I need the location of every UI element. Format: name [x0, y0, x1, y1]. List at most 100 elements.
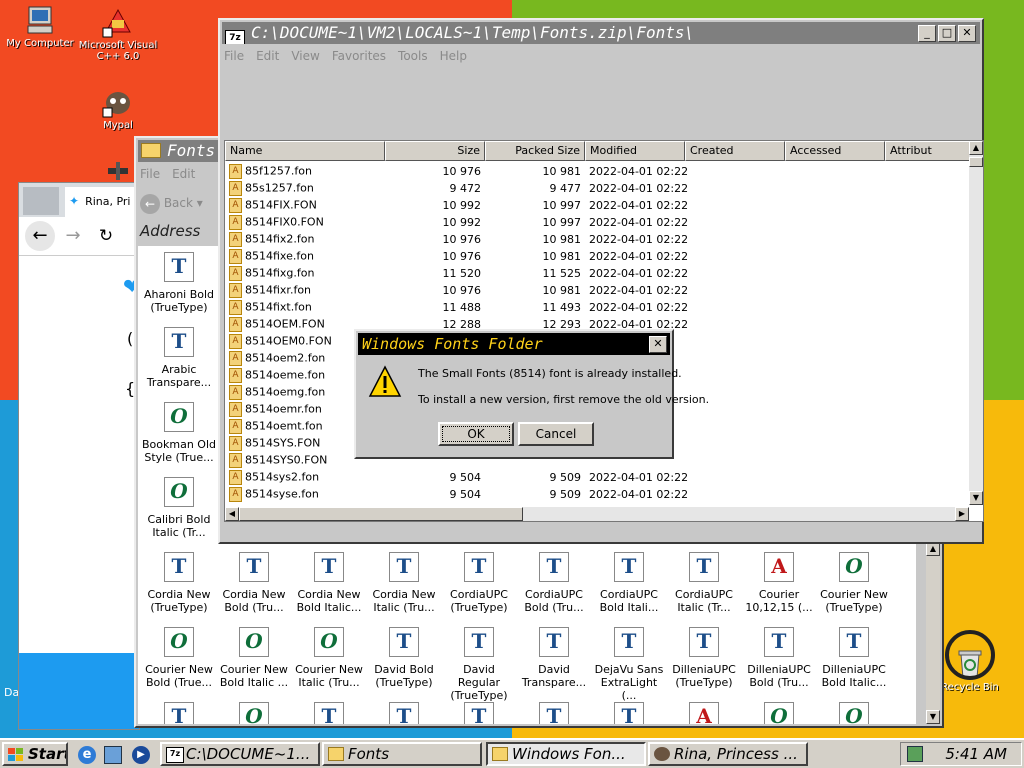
zip-scroll-right-button[interactable]: ▶	[955, 507, 969, 521]
font-item[interactable]: A Courier 10,12,15 (...	[742, 552, 816, 614]
font-item[interactable]: T	[592, 702, 666, 724]
table-row[interactable]: A 85f1257.fon 10 976 10 981 2022-04-01 02:22	[225, 163, 692, 180]
task-windows-fonts-dialog[interactable]: Windows Fon...	[486, 742, 646, 766]
font-item[interactable]: T CordiaUPC (TrueType)	[442, 552, 516, 614]
dialog-titlebar[interactable]: Windows Fonts Folder ✕	[358, 333, 670, 355]
task-browser[interactable]: Rina, Princess ...	[648, 742, 808, 766]
zip-window[interactable]: 7z C:\DOCUME~1\VM2\LOCALS~1\Temp\Fonts.zi…	[218, 18, 984, 544]
zip-vertical-scrollbar[interactable]: ▲ ▼	[969, 141, 983, 505]
zip-horizontal-scrollbar[interactable]: ◀ ▶	[225, 507, 969, 521]
zip-menu-favorites[interactable]: Favorites	[332, 49, 386, 63]
font-item[interactable]: O Courier New (TrueType)	[817, 552, 891, 614]
font-item[interactable]: T CordiaUPC Bold (Tru...	[517, 552, 591, 614]
font-item[interactable]: T David Transpare...	[517, 627, 591, 689]
font-item[interactable]: T Arabic Transpare...	[142, 327, 216, 389]
close-button[interactable]: ✕	[958, 25, 976, 42]
table-row[interactable]: A 8514fixg.fon 11 520 11 525 2022-04-01 02:2…	[225, 265, 692, 282]
fonts-back-button[interactable]: ← Back ▾	[140, 188, 203, 218]
column-header-created[interactable]: Created	[685, 141, 785, 161]
font-item[interactable]: T	[142, 702, 216, 724]
desktop-icon-mypal[interactable]: Mypal	[72, 86, 164, 131]
cell-text: 8514syse.fon	[245, 487, 319, 501]
menu-file[interactable]: File	[140, 167, 160, 181]
minimize-button[interactable]: _	[918, 25, 936, 42]
column-header-name[interactable]: Name	[225, 141, 385, 161]
browser-forward-button[interactable]: →	[63, 221, 83, 251]
font-item[interactable]: T Cordia New Bold Italic...	[292, 552, 366, 614]
ok-button[interactable]: OK	[438, 422, 514, 446]
quicklaunch-media-icon[interactable]: ▶	[132, 746, 150, 764]
browser-tab[interactable]: ✦ Rina, Pri	[65, 187, 139, 217]
font-item[interactable]: T Cordia New Italic (Tru...	[367, 552, 441, 614]
font-item[interactable]: T	[517, 702, 591, 724]
font-item[interactable]: T Cordia New Bold (Tru...	[217, 552, 291, 614]
browser-back-button[interactable]: ←	[25, 221, 55, 251]
zip-scroll-up-button[interactable]: ▲	[969, 141, 983, 155]
font-item[interactable]: T	[442, 702, 516, 724]
font-item[interactable]: O Courier New Bold (True...	[142, 627, 216, 689]
table-row[interactable]: A 8514fix2.fon 10 976 10 981 2022-04-01 02:2…	[225, 231, 692, 248]
zip-scroll-left-button[interactable]: ◀	[225, 507, 239, 521]
table-row[interactable]: A 8514fixe.fon 10 976 10 981 2022-04-01 02:2…	[225, 248, 692, 265]
font-item[interactable]: T	[292, 702, 366, 724]
table-row[interactable]: A 8514FIX.FON 10 992 10 997 2022-04-01 02:22	[225, 197, 692, 214]
browser-window[interactable]: ✦ Rina, Pri ← → ↻ ❤ ( {	[18, 182, 140, 730]
zip-scroll-thumb[interactable]	[969, 157, 983, 167]
zip-menu-help[interactable]: Help	[440, 49, 467, 63]
zip-scroll-down-button[interactable]: ▼	[969, 491, 983, 505]
browser-window-button[interactable]	[23, 187, 59, 215]
quicklaunch-desktop-icon[interactable]	[104, 746, 122, 764]
zip-menu-file[interactable]: File	[224, 49, 244, 63]
zip-menu-edit[interactable]: Edit	[256, 49, 279, 63]
table-row[interactable]: A 8514sys2.fon 9 504 9 509 2022-04-01 02:22	[225, 469, 692, 486]
font-item[interactable]: O	[217, 702, 291, 724]
desktop-icon-microsoft-visual-cpp[interactable]: Microsoft Visual C++ 6.0	[72, 6, 164, 62]
tray-network-icon[interactable]	[907, 746, 923, 762]
font-item[interactable]: O	[742, 702, 816, 724]
task-zip-window[interactable]: 7z C:\DOCUME~1...	[160, 742, 320, 766]
font-item[interactable]: T Aharoni Bold (TrueType)	[142, 252, 216, 314]
font-item[interactable]: T CordiaUPC Bold Itali...	[592, 552, 666, 614]
cancel-button[interactable]: Cancel	[518, 422, 594, 446]
column-header-modified[interactable]: Modified	[585, 141, 685, 161]
font-item[interactable]: T DilleniaUPC Bold Italic...	[817, 627, 891, 689]
quicklaunch-ie-icon[interactable]: e	[78, 746, 96, 764]
table-row[interactable]: A 85s1257.fon 9 472 9 477 2022-04-01 02:22	[225, 180, 692, 197]
font-item[interactable]: T Cordia New (TrueType)	[142, 552, 216, 614]
font-item[interactable]: T David Bold (TrueType)	[367, 627, 441, 689]
table-row[interactable]: A 8514fixr.fon 10 976 10 981 2022-04-01 02:2…	[225, 282, 692, 299]
font-item[interactable]: T DilleniaUPC (TrueType)	[667, 627, 741, 689]
task-fonts-window[interactable]: Fonts	[322, 742, 482, 766]
zip-window-titlebar[interactable]: 7z C:\DOCUME~1\VM2\LOCALS~1\Temp\Fonts.zi…	[222, 22, 980, 44]
browser-reload-button[interactable]: ↻	[95, 221, 117, 251]
font-item[interactable]: T DejaVu Sans ExtraLight (...	[592, 627, 666, 702]
zip-menu-tools[interactable]: Tools	[398, 49, 428, 63]
browser-sidebar-icon[interactable]: (	[127, 329, 133, 348]
column-header-size[interactable]: Size	[385, 141, 485, 161]
font-item[interactable]: O Courier New Italic (Tru...	[292, 627, 366, 689]
zip-hscroll-thumb[interactable]	[239, 507, 523, 521]
fonts-vertical-scrollbar[interactable]: ▲ ▼	[926, 542, 940, 724]
font-item[interactable]: A	[667, 702, 741, 724]
font-item[interactable]: T	[367, 702, 441, 724]
font-item[interactable]: O Bookman Old Style (True...	[142, 402, 216, 464]
scroll-down-button[interactable]: ▼	[926, 710, 940, 724]
font-item[interactable]: O Courier New Bold Italic ...	[217, 627, 291, 689]
fonts-folder-dialog[interactable]: Windows Fonts Folder ✕ The Small Fonts (…	[354, 329, 709, 459]
table-row[interactable]: A 8514syse.fon 9 504 9 509 2022-04-01 02:22	[225, 486, 692, 503]
dialog-close-button[interactable]: ✕	[649, 336, 667, 353]
font-item[interactable]: O Calibri Bold Italic (Tr...	[142, 477, 216, 539]
menu-edit[interactable]: Edit	[172, 167, 195, 181]
maximize-button[interactable]: □	[938, 25, 956, 42]
table-row[interactable]: A 8514fixt.fon 11 488 11 493 2022-04-01 02:2…	[225, 299, 692, 316]
zip-menu-view[interactable]: View	[291, 49, 319, 63]
column-header-packed-size[interactable]: Packed Size	[485, 141, 585, 161]
font-item[interactable]: T David Regular (TrueType)	[442, 627, 516, 702]
font-item[interactable]: O	[817, 702, 891, 724]
start-button[interactable]: Start	[2, 742, 68, 766]
table-row[interactable]: A 8514FIX0.FON 10 992 10 997 2022-04-01 02:2…	[225, 214, 692, 231]
column-header-accessed[interactable]: Accessed	[785, 141, 885, 161]
font-item[interactable]: T CordiaUPC Italic (Tr...	[667, 552, 741, 614]
scroll-up-button[interactable]: ▲	[926, 542, 940, 556]
font-item[interactable]: T DilleniaUPC Bold (Tru...	[742, 627, 816, 689]
